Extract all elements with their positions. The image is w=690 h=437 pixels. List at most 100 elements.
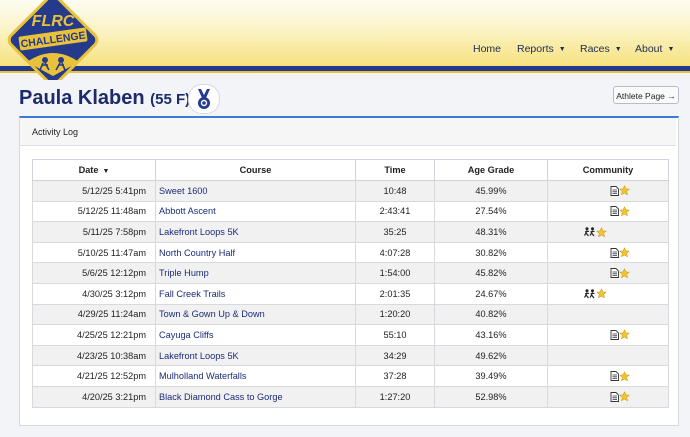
time-cell: 37:28: [355, 365, 435, 387]
athlete-name: Paula Klaben: [19, 87, 145, 109]
date-cell: 4/21/25 12:52pm: [32, 365, 156, 387]
course-link[interactable]: North Country Half: [155, 241, 356, 264]
community-cell[interactable]: [547, 303, 669, 326]
date-cell: 5/12/25 5:41pm: [32, 180, 156, 202]
time-cell: 55:10: [355, 324, 435, 346]
site-header: [0, 0, 690, 66]
community-cell[interactable]: [547, 241, 669, 264]
course-link[interactable]: Triple Hump: [155, 262, 356, 284]
star-icon: [619, 247, 630, 258]
flrc-challenge-logo[interactable]: FLRC CHALLENGE: [5, 0, 101, 80]
age-grade-cell: 43.16%: [434, 324, 548, 346]
time-cell: 2:43:41: [355, 200, 435, 223]
time-cell: 1:20:20: [355, 303, 435, 326]
column-header-time[interactable]: Time: [355, 159, 435, 181]
time-cell: 2:01:35: [355, 282, 435, 305]
medal-icon: [198, 89, 210, 109]
community-cell[interactable]: [547, 262, 669, 284]
community-cell[interactable]: [547, 324, 669, 346]
document-icon: [610, 268, 619, 279]
table-row: 4/20/25 3:21pm Black Diamond Cass to Gorg…: [32, 385, 669, 408]
activity-log-panel: Activity Log Date ▼ Course Time Age Grade…: [19, 116, 679, 426]
date-cell: 5/10/25 11:47am: [32, 241, 156, 264]
course-link[interactable]: Cayuga Cliffs: [155, 324, 356, 346]
runners-icon: [583, 227, 595, 237]
nav-races-label: Races: [580, 43, 610, 55]
star-icon: [619, 267, 630, 279]
document-icon: [610, 206, 619, 217]
time-cell: 34:29: [355, 344, 435, 367]
community-cell[interactable]: [547, 365, 669, 387]
community-cell[interactable]: [547, 385, 669, 408]
caret-down-icon: ▼: [667, 46, 675, 53]
age-grade-cell: 45.99%: [434, 180, 548, 202]
caret-down-icon: ▼: [558, 46, 566, 53]
activity-log-title: Activity Log: [20, 118, 676, 146]
community-cell[interactable]: [547, 200, 669, 223]
nav-home[interactable]: Home: [473, 43, 501, 55]
course-link[interactable]: Lakefront Loops 5K: [155, 344, 356, 367]
age-grade-cell: 39.49%: [434, 365, 548, 387]
nav-about[interactable]: About ▼: [635, 43, 674, 55]
nav-home-label: Home: [473, 43, 502, 55]
date-cell: 5/6/25 12:12pm: [32, 262, 156, 284]
header-stripe-gold: [0, 71, 690, 73]
nav-about-label: About: [635, 43, 663, 55]
course-link[interactable]: Fall Creek Trails: [155, 282, 356, 305]
table-row: 5/10/25 11:47am North Country Half 4:07:28…: [32, 241, 669, 264]
table-row: 4/21/25 12:52pm Mulholland Waterfalls 37:2…: [32, 365, 669, 387]
star-icon: [619, 185, 630, 196]
arrow-right-icon: →: [667, 91, 676, 101]
age-grade-cell: 30.82%: [434, 241, 548, 264]
document-icon: [610, 391, 619, 402]
date-cell: 4/29/25 11:24am: [32, 303, 156, 326]
table-row: 5/12/25 5:41pm Sweet 1600 10:48 45.99%: [32, 180, 669, 202]
age-grade-cell: 48.31%: [434, 221, 548, 243]
time-cell: 10:48: [355, 180, 435, 202]
date-cell: 4/30/25 3:12pm: [32, 282, 156, 305]
sort-down-icon: ▼: [102, 168, 110, 175]
community-cell[interactable]: [547, 344, 669, 367]
document-icon: [610, 185, 619, 196]
table-row: 4/30/25 3:12pm Fall Creek Trails 2:01:35 24…: [32, 282, 669, 305]
nav-reports-label: Reports: [517, 43, 554, 55]
star-icon: [596, 288, 607, 299]
course-link[interactable]: Town & Gown Up & Down: [155, 303, 356, 326]
athlete-heading: Paula Klaben (55 F): [19, 87, 190, 110]
age-grade-cell: 52.98%: [434, 385, 548, 408]
community-cell[interactable]: [547, 282, 669, 305]
course-link[interactable]: Lakefront Loops 5K: [155, 221, 356, 243]
time-cell: 4:07:28: [355, 241, 435, 264]
document-icon: [610, 247, 619, 258]
athlete-age-gender: (55 F): [150, 91, 191, 108]
age-grade-cell: 45.82%: [434, 262, 548, 284]
athlete-page-button[interactable]: Athlete Page →: [613, 86, 679, 104]
table-row: 5/11/25 7:58pm Lakefront Loops 5K 35:25 48.…: [32, 221, 669, 243]
caret-down-icon: ▼: [614, 46, 622, 53]
course-link[interactable]: Black Diamond Cass to Gorge: [155, 385, 356, 408]
nav-races[interactable]: Races ▼: [580, 43, 622, 55]
star-icon: [596, 226, 607, 237]
course-link[interactable]: Mulholland Waterfalls: [155, 365, 356, 387]
age-grade-cell: 40.82%: [434, 303, 548, 326]
course-link[interactable]: Sweet 1600: [155, 180, 356, 202]
age-grade-cell: 24.67%: [434, 282, 548, 305]
age-grade-cell: 27.54%: [434, 200, 548, 223]
nav-reports[interactable]: Reports ▼: [517, 43, 566, 55]
medal-badge[interactable]: [188, 84, 220, 114]
column-header-age-grade[interactable]: Age Grade: [434, 159, 548, 181]
time-cell: 35:25: [355, 221, 435, 243]
community-cell[interactable]: [547, 180, 669, 202]
course-link[interactable]: Abbott Ascent: [155, 200, 356, 223]
column-header-community[interactable]: Community: [547, 159, 669, 181]
column-header-course[interactable]: Course: [155, 159, 356, 181]
table-row: 5/6/25 12:12pm Triple Hump 1:54:00 45.82%: [32, 262, 669, 284]
community-cell[interactable]: [547, 221, 669, 243]
date-cell: 4/25/25 12:21pm: [32, 324, 156, 346]
star-icon: [619, 206, 630, 217]
column-header-date[interactable]: Date ▼: [32, 159, 156, 181]
athlete-page-button-label: Athlete Page: [616, 91, 665, 101]
star-icon: [619, 391, 630, 402]
date-cell: 4/20/25 3:21pm: [32, 385, 156, 408]
star-icon: [619, 329, 630, 340]
